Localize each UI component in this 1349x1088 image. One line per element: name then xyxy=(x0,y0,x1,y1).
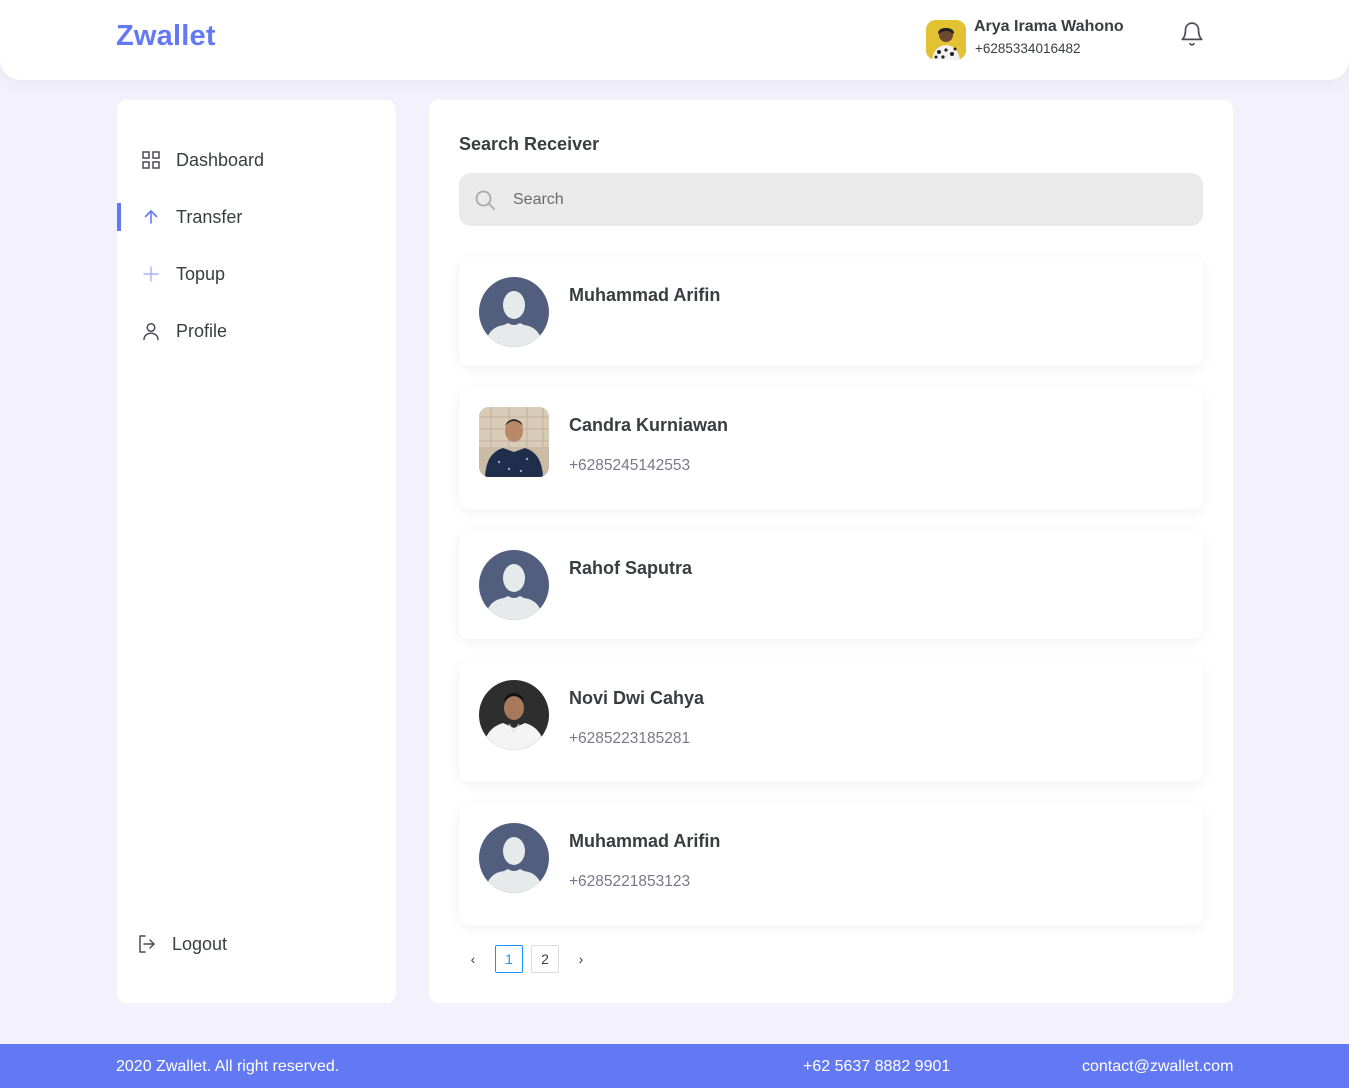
plus-icon xyxy=(141,264,161,284)
sidebar-item-dashboard[interactable]: Dashboard xyxy=(117,145,396,175)
active-indicator xyxy=(117,203,121,231)
footer-phone: +62 5637 8882 9901 xyxy=(803,1058,951,1075)
sidebar-item-label: Topup xyxy=(176,263,226,284)
search-icon xyxy=(474,189,496,211)
main-panel: Search Receiver Muhammad Arifin xyxy=(429,100,1233,1003)
logout-label: Logout xyxy=(172,933,228,954)
grid-icon xyxy=(141,150,161,170)
footer-email[interactable]: contact@zwallet.com xyxy=(1082,1058,1233,1076)
default-avatar-icon xyxy=(479,277,549,347)
default-avatar-icon xyxy=(479,550,549,620)
pagination-next[interactable]: › xyxy=(567,945,595,973)
search-input[interactable] xyxy=(513,173,1183,226)
bell-icon[interactable] xyxy=(1179,21,1205,47)
sidebar-item-profile[interactable]: Profile xyxy=(117,316,396,346)
receiver-name: Novi Dwi Cahya xyxy=(569,688,705,708)
page-title: Search Receiver xyxy=(459,134,600,154)
sidebar-item-label: Profile xyxy=(176,320,228,341)
receiver-name: Muhammad Arifin xyxy=(569,831,721,851)
footer: 2020 Zwallet. All right reserved. +62 56… xyxy=(0,1044,1349,1088)
receiver-card[interactable]: Muhammad Arifin xyxy=(459,257,1203,366)
sidebar-item-transfer[interactable]: Transfer xyxy=(117,202,396,232)
receiver-photo xyxy=(479,680,549,750)
receiver-photo xyxy=(479,407,549,477)
sidebar: Dashboard Transfer Topup Profile Logout xyxy=(117,100,396,1003)
receiver-phone: +6285223185281 xyxy=(569,730,691,747)
receiver-phone: +6285245142553 xyxy=(569,457,691,474)
sidebar-item-label: Transfer xyxy=(176,206,243,227)
pagination-page[interactable]: 2 xyxy=(531,945,559,973)
user-phone: +6285334016482 xyxy=(975,41,1081,56)
brand-logo[interactable]: Zwallet xyxy=(116,20,216,53)
receiver-card[interactable]: Rahof Saputra xyxy=(459,530,1203,639)
pagination-prev[interactable]: ‹ xyxy=(459,945,487,973)
search-bar[interactable] xyxy=(459,173,1203,226)
user-name: Arya Irama Wahono xyxy=(974,18,1124,35)
receiver-name: Muhammad Arifin xyxy=(569,285,721,305)
receiver-phone: +6285221853123 xyxy=(569,873,691,890)
receiver-name: Candra Kurniawan xyxy=(569,415,729,435)
top-header: Zwallet Arya Irama Wahono +6285334016482 xyxy=(0,0,1349,80)
receiver-card[interactable]: Novi Dwi Cahya +6285223185281 xyxy=(459,660,1203,782)
receiver-name: Rahof Saputra xyxy=(569,558,693,578)
user-avatar[interactable] xyxy=(926,20,966,60)
receiver-card[interactable]: Muhammad Arifin +6285221853123 xyxy=(459,803,1203,925)
pagination-page[interactable]: 1 xyxy=(495,945,523,973)
user-icon xyxy=(141,321,161,341)
arrow-up-icon xyxy=(141,207,161,227)
footer-copyright: 2020 Zwallet. All right reserved. xyxy=(116,1058,340,1075)
default-avatar-icon xyxy=(479,823,549,893)
logout-button[interactable]: Logout xyxy=(117,929,396,959)
sidebar-item-topup[interactable]: Topup xyxy=(117,259,396,289)
sidebar-item-label: Dashboard xyxy=(176,149,265,170)
receiver-card[interactable]: Candra Kurniawan +6285245142553 xyxy=(459,387,1203,509)
logout-icon xyxy=(137,934,157,954)
pagination: ‹ 1 2 › xyxy=(459,945,659,975)
